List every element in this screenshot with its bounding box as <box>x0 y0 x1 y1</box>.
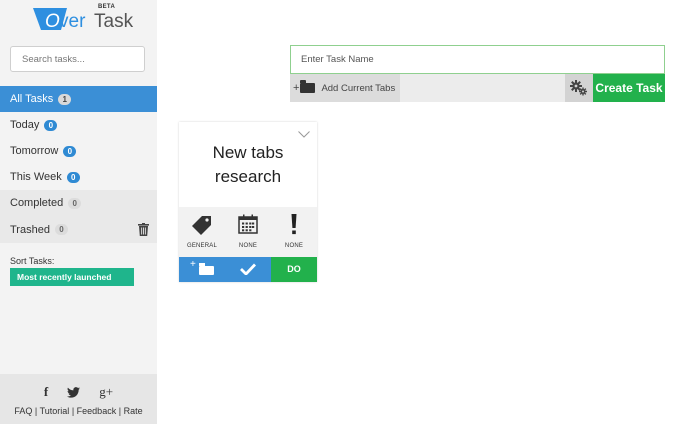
add-tabs-to-task-button[interactable]: + <box>179 257 225 282</box>
task-meta: GENERAL NONE NONE <box>179 207 317 257</box>
svg-text:Task: Task <box>94 11 134 32</box>
sidebar-item-label: Tomorrow <box>10 145 59 157</box>
task-due-date[interactable]: NONE <box>225 207 271 257</box>
sort-label: Sort Tasks: <box>10 256 55 266</box>
search-input[interactable] <box>10 46 145 72</box>
calendar-icon <box>238 214 258 234</box>
folder-icon <box>199 263 214 275</box>
task-name-input[interactable] <box>290 45 665 74</box>
check-icon <box>240 263 256 275</box>
count-badge: 0 <box>68 197 82 209</box>
folder-icon <box>300 80 316 93</box>
add-current-tabs-button[interactable]: + Add Current Tabs <box>290 74 400 102</box>
sort-select[interactable]: Most recently launched <box>10 268 134 286</box>
svg-text:O: O <box>45 11 60 32</box>
social-links: f g+ <box>0 384 157 400</box>
sidebar-item-trashed[interactable]: Trashed 0 <box>0 216 157 243</box>
task-actions: + DO <box>179 257 317 282</box>
count-badge: 0 <box>66 171 80 183</box>
settings-button[interactable] <box>565 74 593 102</box>
create-task-button[interactable]: Create Task <box>593 74 665 102</box>
separator: | <box>71 406 75 416</box>
count-badge: 1 <box>58 93 72 105</box>
sidebar-item-today[interactable]: Today 0 <box>0 112 157 138</box>
google-plus-icon[interactable]: g+ <box>99 384 113 400</box>
do-task-button[interactable]: DO <box>271 257 317 282</box>
task-title: New tabs research <box>212 143 284 186</box>
faq-link[interactable]: FAQ <box>14 406 32 416</box>
sidebar-item-completed[interactable]: Completed 0 <box>0 190 157 216</box>
chevron-down-icon[interactable] <box>298 131 310 138</box>
beta-label: BETA <box>98 4 116 10</box>
feedback-link[interactable]: Feedback <box>77 406 117 416</box>
tag-label: GENERAL <box>186 243 218 249</box>
footer-links: FAQ | Tutorial | Feedback | Rate <box>0 406 157 416</box>
sidebar: O ver Task BETA All Tasks 1 Today 0 Tomo… <box>0 0 157 424</box>
task-priority[interactable]: NONE <box>271 207 317 257</box>
sidebar-item-tomorrow[interactable]: Tomorrow 0 <box>0 138 157 164</box>
sidebar-item-label: This Week <box>10 171 62 183</box>
task-tag[interactable]: GENERAL <box>179 207 225 257</box>
gear-icon <box>570 80 587 96</box>
rate-link[interactable]: Rate <box>124 406 143 416</box>
separator: | <box>34 406 38 416</box>
composer-toolbar: + Add Current Tabs Create Task <box>290 74 665 102</box>
plus-icon: + <box>293 82 300 94</box>
count-badge: 0 <box>54 224 68 235</box>
tag-icon <box>192 216 211 235</box>
trash-icon[interactable] <box>138 223 149 236</box>
twitter-icon[interactable] <box>67 386 81 398</box>
sidebar-item-label: Trashed <box>10 223 50 236</box>
priority-label: NONE <box>284 243 304 249</box>
svg-text:ver: ver <box>59 11 86 32</box>
sidebar-item-all-tasks[interactable]: All Tasks 1 <box>0 86 157 112</box>
facebook-icon[interactable]: f <box>44 384 48 400</box>
plus-icon: + <box>190 259 196 270</box>
sidebar-footer: f g+ FAQ | Tutorial | Feedback | Rate <box>0 374 157 424</box>
sidebar-item-this-week[interactable]: This Week 0 <box>0 164 157 190</box>
sidebar-item-label: Completed <box>10 197 64 209</box>
count-badge: 0 <box>44 119 58 131</box>
complete-task-button[interactable] <box>225 257 271 282</box>
overtask-logo: O ver Task <box>33 8 134 32</box>
date-label: NONE <box>238 243 258 249</box>
add-tabs-label: Add Current Tabs <box>321 82 396 94</box>
sidebar-item-label: All Tasks <box>10 93 54 105</box>
tutorial-link[interactable]: Tutorial <box>40 406 70 416</box>
sidebar-item-label: Today <box>10 119 40 131</box>
count-badge: 0 <box>63 145 77 157</box>
separator: | <box>118 406 122 416</box>
exclamation-icon <box>291 214 297 235</box>
task-card[interactable]: New tabs research GENERAL NONE NONE + DO <box>179 122 317 282</box>
